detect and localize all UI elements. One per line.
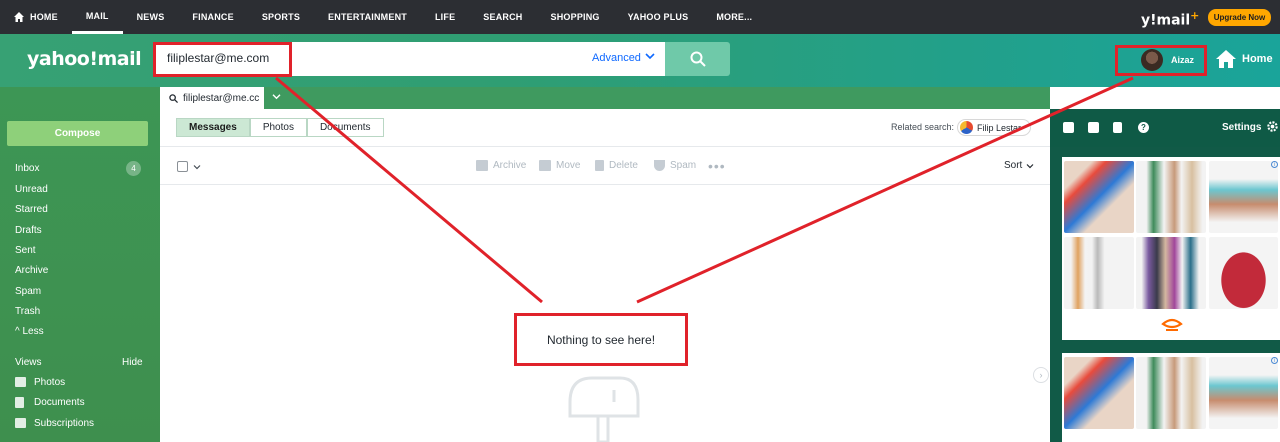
nav-life[interactable]: LIFE: [421, 0, 469, 34]
ad-card[interactable]: [1062, 353, 1280, 442]
ad-image: [1209, 357, 1278, 429]
photos-icon: [15, 377, 26, 387]
annotation-box-user: [1115, 45, 1207, 76]
calendar-icon[interactable]: [1088, 122, 1099, 133]
sidebar-item-trash[interactable]: Trash: [15, 306, 40, 317]
ad-image: [1064, 357, 1134, 429]
advanced-search-link[interactable]: Advanced: [592, 52, 641, 64]
move-icon: [539, 160, 551, 171]
settings-link[interactable]: Settings: [1222, 122, 1261, 133]
views-hide-link[interactable]: Hide: [122, 357, 143, 368]
ad-image: [1209, 161, 1278, 233]
mailbox-icon: [568, 376, 640, 442]
document-icon: [15, 397, 24, 408]
sidebar-item-documents[interactable]: Documents: [34, 397, 85, 408]
views-heading: Views: [15, 357, 42, 368]
tab-label: filiplestar@me.cc: [183, 92, 260, 104]
yahoo-mail-logo[interactable]: yahoo!mail: [27, 48, 142, 70]
related-search-chip[interactable]: Filip Lestar: [957, 119, 1031, 136]
sidebar-item-drafts[interactable]: Drafts: [15, 225, 42, 236]
nav-mail[interactable]: MAIL: [71, 0, 123, 34]
nav-more[interactable]: MORE...: [702, 0, 766, 34]
alibaba-logo: [1161, 318, 1183, 331]
ad-info-icon[interactable]: i: [1271, 161, 1278, 168]
sidebar-item-inbox[interactable]: Inbox: [15, 163, 39, 174]
nav-search[interactable]: SEARCH: [469, 0, 536, 34]
ad-info-icon[interactable]: i: [1271, 357, 1278, 364]
ad-image: [1136, 357, 1206, 429]
filter-messages[interactable]: Messages: [176, 118, 250, 137]
shield-icon: [654, 160, 665, 171]
ad-card[interactable]: [1062, 157, 1280, 340]
ad-image: [1136, 237, 1206, 309]
nav-news[interactable]: NEWS: [123, 0, 179, 34]
filter-photos[interactable]: Photos: [249, 118, 307, 137]
contacts-icon[interactable]: [1063, 122, 1074, 133]
trash-icon: [595, 160, 604, 171]
notepad-icon[interactable]: [1113, 122, 1122, 133]
inbox-count-badge: 4: [126, 161, 141, 176]
ad-image: [1064, 161, 1134, 233]
nav-home[interactable]: HOME: [0, 0, 72, 34]
top-nav: HOME MAIL NEWS FINANCE SPORTS ENTERTAINM…: [0, 0, 1280, 34]
home-link[interactable]: Home: [1216, 50, 1273, 68]
sidebar-item-subscriptions[interactable]: Subscriptions: [34, 418, 94, 429]
delete-button[interactable]: Delete: [595, 160, 638, 171]
tab-search-results[interactable]: filiplestar@me.cc: [160, 87, 264, 109]
archive-button[interactable]: Archive: [476, 160, 526, 171]
sidebar-item-spam[interactable]: Spam: [15, 286, 41, 297]
ymail-plus-logo[interactable]: y!mail+: [1141, 9, 1199, 29]
spam-button[interactable]: Spam: [654, 160, 696, 171]
sidebar-item-sent[interactable]: Sent: [15, 245, 36, 256]
home-icon: [1216, 50, 1236, 68]
subscriptions-icon: [15, 418, 26, 428]
archive-icon: [476, 160, 488, 171]
upgrade-now-button[interactable]: Upgrade Now: [1208, 9, 1271, 26]
contact-icon: [960, 121, 973, 134]
sort-dropdown[interactable]: Sort: [1004, 160, 1034, 171]
filter-documents[interactable]: Documents: [306, 118, 384, 137]
compose-button[interactable]: Compose: [7, 121, 148, 146]
search-button[interactable]: [665, 42, 730, 76]
nav-entertainment[interactable]: ENTERTAINMENT: [314, 0, 421, 34]
sidebar-item-less[interactable]: ^ Less: [15, 326, 44, 337]
annotation-box-search: [153, 42, 292, 77]
chevron-down-icon[interactable]: [645, 52, 655, 60]
related-search-label: Related search:: [891, 122, 955, 132]
nav-shopping[interactable]: SHOPPING: [537, 0, 614, 34]
more-actions-icon[interactable]: •••: [708, 158, 726, 174]
sidebar-item-archive[interactable]: Archive: [15, 265, 48, 276]
sidebar-item-photos[interactable]: Photos: [34, 377, 65, 388]
divider: [160, 184, 1050, 185]
select-all-checkbox[interactable]: [177, 161, 188, 172]
nav-finance[interactable]: FINANCE: [178, 0, 247, 34]
move-button[interactable]: Move: [539, 160, 580, 171]
ad-image: [1209, 237, 1278, 309]
nav-sports[interactable]: SPORTS: [248, 0, 314, 34]
ad-image: [1136, 161, 1206, 233]
ad-image: [1064, 237, 1134, 309]
gear-icon[interactable]: [1266, 120, 1279, 133]
chevron-down-icon: [1026, 163, 1034, 168]
tab-strip: [160, 87, 1050, 109]
search-icon: [169, 93, 178, 103]
chevron-down-icon[interactable]: [193, 164, 201, 170]
home-icon: [14, 12, 24, 22]
chevron-down-icon[interactable]: [272, 93, 281, 100]
nav-yahoo-plus[interactable]: YAHOO PLUS: [614, 0, 703, 34]
result-filter-tabs: Messages Photos Documents: [176, 118, 384, 137]
chevron-right-icon[interactable]: ›: [1033, 367, 1049, 383]
search-icon: [690, 51, 706, 67]
sidebar-item-starred[interactable]: Starred: [15, 204, 48, 215]
divider: [160, 146, 1050, 147]
help-icon[interactable]: ?: [1138, 122, 1149, 133]
sidebar-item-unread[interactable]: Unread: [15, 184, 48, 195]
empty-state-message: Nothing to see here!: [514, 313, 688, 366]
